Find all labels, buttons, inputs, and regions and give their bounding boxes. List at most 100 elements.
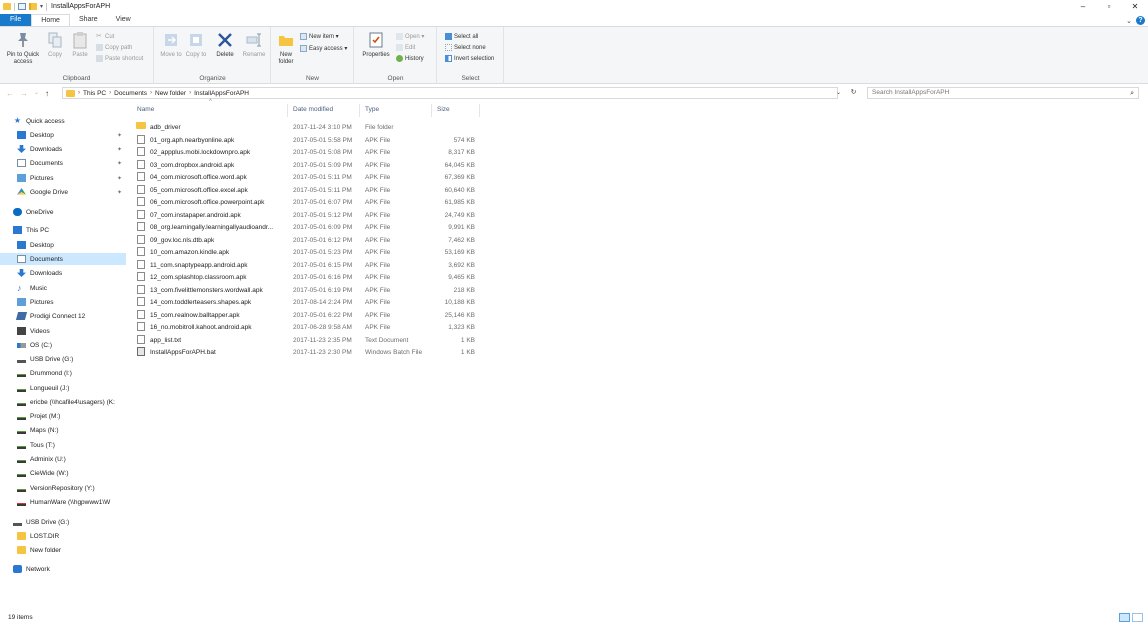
- column-header-date[interactable]: Date modified: [293, 103, 363, 117]
- file-row[interactable]: adb_driver 2017-11-24 3:10 PM File folder: [131, 122, 481, 134]
- delete-button[interactable]: Delete: [213, 31, 237, 59]
- pin-icon[interactable]: ✦: [117, 175, 122, 182]
- file-row[interactable]: 01_org.aph.nearbyonline.apk 2017-05-01 5:…: [131, 134, 481, 147]
- select-all-button[interactable]: Select all: [445, 33, 478, 40]
- column-divider[interactable]: [479, 104, 480, 117]
- invert-selection-button[interactable]: Invert selection: [445, 55, 494, 62]
- chevron-right-icon[interactable]: ›: [78, 90, 80, 96]
- nav-item-documents[interactable]: Documents ✦: [0, 157, 126, 169]
- maximize-button[interactable]: ▫: [1096, 0, 1122, 13]
- nav-item-drummond-i[interactable]: Drummond (I:): [0, 367, 126, 379]
- properties-button[interactable]: Properties: [359, 31, 393, 59]
- details-view-icon[interactable]: [1119, 613, 1130, 622]
- tab-view[interactable]: View: [107, 14, 140, 26]
- tab-home[interactable]: Home: [31, 14, 70, 26]
- pin-icon[interactable]: ✦: [117, 160, 122, 167]
- nav-item-new-folder[interactable]: New folder: [0, 544, 126, 556]
- open-button[interactable]: Open ▾: [396, 33, 424, 40]
- file-row[interactable]: 06_com.microsoft.office.powerpoint.apk 20…: [131, 197, 481, 209]
- nav-item-projet-m[interactable]: Projet (M:): [0, 410, 126, 422]
- column-divider[interactable]: [287, 104, 288, 117]
- file-row[interactable]: InstallAppsForAPH.bat 2017-11-23 2:30 PM W…: [131, 347, 481, 359]
- customize-dropdown-icon[interactable]: ▾: [40, 3, 43, 10]
- column-header-name[interactable]: Name: [137, 103, 287, 117]
- file-row[interactable]: 16_no.mobitroll.kahoot.android.apk 2017-0…: [131, 322, 481, 334]
- nav-item-desktop[interactable]: Desktop ✦: [0, 129, 126, 141]
- nav-item-versionrepository-y[interactable]: VersionRepository (Y:): [0, 482, 126, 494]
- copy-to-button[interactable]: Copy to: [185, 31, 207, 59]
- nav-item-maps-n[interactable]: Maps (N:): [0, 424, 126, 436]
- nav-item-this-pc[interactable]: This PC: [0, 224, 126, 236]
- large-icons-view-icon[interactable]: [1132, 613, 1143, 622]
- breadcrumb-current[interactable]: InstallAppsForAPH: [194, 90, 249, 97]
- nav-item-tous-t[interactable]: Tous (T:): [0, 439, 126, 451]
- history-button[interactable]: History: [396, 55, 424, 62]
- chevron-right-icon[interactable]: ›: [109, 90, 111, 96]
- breadcrumb-new-folder[interactable]: New folder: [155, 90, 186, 97]
- nav-item-ciewide-w[interactable]: CieWide (W:): [0, 467, 126, 479]
- chevron-right-icon[interactable]: ›: [189, 90, 191, 96]
- nav-item-prodigi-connect-12[interactable]: Prodigi Connect 12: [0, 310, 126, 322]
- nav-item-documents[interactable]: Documents: [0, 253, 126, 265]
- pin-quick-access-button[interactable]: Pin to Quick access: [3, 31, 43, 65]
- nav-item-quick-access[interactable]: ★ Quick access: [0, 115, 126, 127]
- new-folder-icon[interactable]: [29, 3, 37, 10]
- nav-item-onedrive[interactable]: OneDrive: [0, 206, 126, 218]
- column-header-size[interactable]: Size: [437, 103, 477, 117]
- pin-icon[interactable]: ✦: [117, 132, 122, 139]
- file-row[interactable]: 12_com.splashtop.classroom.apk 2017-05-01…: [131, 272, 481, 284]
- nav-item-desktop[interactable]: Desktop: [0, 239, 126, 251]
- properties-icon[interactable]: [18, 3, 26, 10]
- breadcrumb-this-pc[interactable]: This PC: [83, 90, 106, 97]
- move-to-button[interactable]: Move to: [160, 31, 182, 59]
- nav-item-downloads[interactable]: Downloads ✦: [0, 143, 126, 155]
- new-folder-button[interactable]: New folder: [275, 31, 297, 65]
- breadcrumb-documents[interactable]: Documents: [114, 90, 147, 97]
- nav-item-pictures[interactable]: Pictures: [0, 296, 126, 308]
- file-row[interactable]: 15_com.realnow.balltapper.apk 2017-05-01 …: [131, 309, 481, 322]
- file-row[interactable]: 09_gov.loc.nls.dtb.apk 2017-05-01 6:12 PM…: [131, 234, 481, 247]
- copy-button[interactable]: Copy: [45, 31, 65, 59]
- file-row[interactable]: 03_com.dropbox.android.apk 2017-05-01 5:0…: [131, 159, 481, 172]
- help-icon[interactable]: ?: [1136, 16, 1145, 25]
- file-row[interactable]: 05_com.microsoft.office.excel.apk 2017-05…: [131, 184, 481, 197]
- edit-button[interactable]: Edit: [396, 44, 415, 51]
- select-none-button[interactable]: Select none: [445, 44, 486, 51]
- close-button[interactable]: ✕: [1122, 0, 1148, 13]
- new-item-button[interactable]: New item ▾: [300, 33, 339, 40]
- rename-button[interactable]: Rename: [241, 31, 267, 59]
- nav-item-network[interactable]: Network: [0, 563, 126, 575]
- file-row[interactable]: app_list.txt 2017-11-23 2:35 PM Text Docum…: [131, 334, 481, 347]
- nav-item-adminix-u[interactable]: Adminix (U:): [0, 453, 126, 465]
- nav-item-pictures[interactable]: Pictures ✦: [0, 172, 126, 184]
- file-row[interactable]: 10_com.amazon.kindle.apk 2017-05-01 5:23 …: [131, 247, 481, 259]
- chevron-right-icon[interactable]: ›: [150, 90, 152, 96]
- refresh-icon[interactable]: ↻: [848, 88, 859, 98]
- file-row[interactable]: 14_com.toddlerteasers.shapes.apk 2017-08-…: [131, 297, 481, 309]
- address-bar[interactable]: › This PC › Documents › New folder › Ins…: [62, 87, 838, 99]
- search-input[interactable]: Search InstallAppsForAPH ⌕: [867, 87, 1139, 99]
- nav-item-downloads[interactable]: Downloads: [0, 267, 126, 279]
- tab-share[interactable]: Share: [70, 14, 107, 26]
- copy-path-button[interactable]: Copy path: [96, 44, 132, 51]
- nav-item-usb-drive-g[interactable]: USB Drive (G:): [0, 353, 126, 365]
- forward-arrow-icon[interactable]: →: [20, 89, 28, 98]
- file-row[interactable]: 11_com.snaptypeapp.android.apk 2017-05-01…: [131, 259, 481, 272]
- file-row[interactable]: 08_org.learningally.learningallyaudioand…: [131, 222, 481, 234]
- nav-item-music[interactable]: ♪ Music: [0, 282, 126, 294]
- expand-ribbon-icon[interactable]: ⌄: [1126, 17, 1132, 25]
- nav-item-usb-drive-g[interactable]: USB Drive (G:): [0, 516, 126, 528]
- recent-dropdown-icon[interactable]: ⌄: [34, 89, 39, 98]
- file-row[interactable]: 07_com.instapaper.android.apk 2017-05-01 …: [131, 209, 481, 222]
- back-arrow-icon[interactable]: ←: [6, 89, 14, 98]
- nav-item-videos[interactable]: Videos: [0, 325, 126, 337]
- nav-item-os-c[interactable]: OS (C:): [0, 339, 126, 351]
- nav-item-google-drive[interactable]: Google Drive ✦: [0, 186, 126, 198]
- file-row[interactable]: 02_appplus.mobi.lockdownpro.apk 2017-05-0…: [131, 147, 481, 159]
- column-divider[interactable]: [359, 104, 360, 117]
- column-divider[interactable]: [431, 104, 432, 117]
- tab-file[interactable]: File: [0, 14, 32, 26]
- column-header-type[interactable]: Type: [365, 103, 431, 117]
- nav-item-lost-dir[interactable]: LOST.DIR: [0, 530, 126, 542]
- up-arrow-icon[interactable]: ↑: [45, 89, 49, 98]
